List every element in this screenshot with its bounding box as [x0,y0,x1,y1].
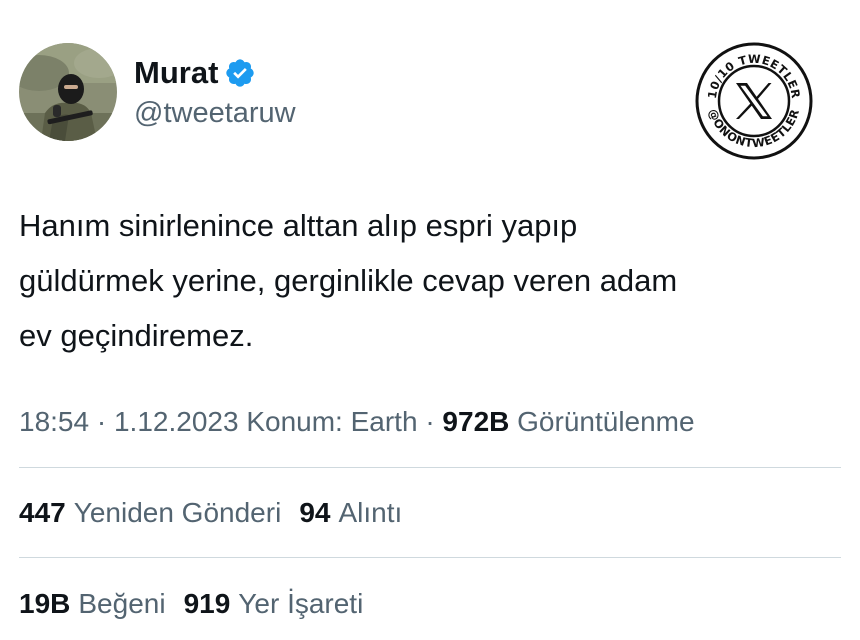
likes-count: 19B [19,588,71,619]
reposts-label: Yeniden Gönderi [73,497,282,528]
views-count: 972B [442,406,510,437]
stats-row-reposts: 447 Yeniden Gönderi 94 Alıntı [19,493,420,533]
tweet-location: Konum: Earth [246,406,418,437]
views-label: Görüntülenme [517,406,695,437]
reposts-count: 447 [19,497,66,528]
tweet-text-line: güldürmek yerine, gerginlikle cevap vere… [19,263,678,298]
meta-separator: · [425,406,435,437]
display-name[interactable]: Murat [134,55,218,91]
tweet-text-line: ev geçindiremez. [19,318,254,353]
onon-tweetler-badge: 10/10 TWEETLER @ONONTWEETLER [694,41,814,161]
reposts-stat[interactable]: 447 Yeniden Gönderi [19,493,281,533]
tweet-time[interactable]: 18:54 [19,406,89,437]
bookmarks-stat[interactable]: 919 Yer İşareti [184,584,364,624]
bookmarks-count: 919 [183,588,231,619]
user-handle[interactable]: @tweetaruw [134,96,296,130]
avatar[interactable] [19,43,117,141]
bookmarks-label: Yer İşareti [238,588,364,619]
quotes-stat[interactable]: 94 Alıntı [299,493,402,533]
stats-row-likes: 19B Beğeni 919 Yer İşareti [19,584,381,624]
meta-separator: · [96,406,107,437]
likes-label: Beğeni [78,588,166,619]
tweet-text: Hanım sinirlenince alttan alıp espri yap… [19,198,839,363]
tweet-date[interactable]: 1.12.2023 [114,406,239,437]
avatar-image [19,43,117,141]
divider [19,557,841,558]
tweet-card: Murat @tweetaruw 10/10 TWEETLER @ONONTWE… [0,0,860,640]
tweet-text-line: Hanım sinirlenince alttan alıp espri yap… [19,208,578,243]
display-name-row[interactable]: Murat [134,55,256,91]
quotes-label: Alıntı [338,497,403,528]
divider [19,467,841,468]
quotes-count: 94 [299,497,331,528]
verified-badge-icon [224,57,256,89]
tweet-meta: 18:54 · 1.12.2023 Konum: Earth · 972B Gö… [19,402,695,442]
likes-stat[interactable]: 19B Beğeni [19,584,166,624]
